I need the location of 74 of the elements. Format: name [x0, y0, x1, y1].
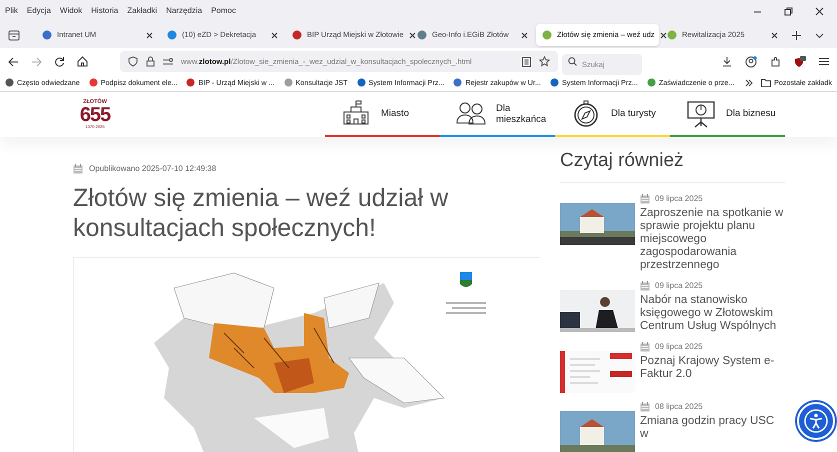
nav-icon — [341, 100, 371, 128]
calendar-icon — [640, 280, 650, 290]
favicon-icon — [417, 30, 427, 40]
favicon-icon — [42, 30, 52, 40]
menu-item[interactable]: Pomoc — [211, 5, 236, 17]
tab-close-icon[interactable] — [408, 32, 416, 38]
news-link[interactable]: Poznaj Krajowy System e-Faktur 2.0 — [640, 354, 785, 380]
bookmark-star-icon[interactable] — [539, 56, 550, 67]
news-date: 08 lipca 2025 — [655, 400, 703, 412]
bookmark-favicon-icon — [646, 78, 656, 88]
bookmark-favicon-icon — [453, 78, 462, 88]
back-icon[interactable] — [8, 56, 19, 66]
folder-icon — [761, 78, 772, 87]
tab-close-icon[interactable] — [660, 32, 667, 38]
calendar-icon — [73, 164, 83, 174]
favicon-icon — [667, 30, 677, 40]
shield-extension-icon[interactable] — [794, 56, 806, 68]
new-tab-icon[interactable] — [792, 30, 801, 40]
menu-item[interactable]: Widok — [60, 5, 82, 17]
nav-tab[interactable]: Dla biznesu — [670, 92, 785, 137]
chevrons-icon[interactable] — [745, 78, 754, 87]
home-icon[interactable] — [77, 56, 88, 67]
favicon-icon — [542, 30, 552, 40]
menu-item[interactable]: Zakładki — [127, 5, 158, 17]
bookmark-favicon-icon — [550, 78, 559, 88]
extensions-icon[interactable] — [770, 56, 781, 67]
bookmark-favicon-icon — [186, 78, 196, 88]
section-heading: Czytaj również — [560, 147, 785, 182]
tab-list-icon[interactable] — [8, 30, 20, 40]
nav-tab[interactable]: Dla mieszkańca — [440, 92, 555, 137]
tab-close-icon[interactable] — [146, 32, 153, 38]
restore-icon[interactable] — [784, 6, 793, 16]
bookmark-favicon-icon — [5, 78, 14, 88]
lock-icon — [146, 56, 155, 67]
tab-close-icon[interactable] — [271, 32, 278, 38]
menu-item[interactable]: Historia — [91, 5, 118, 17]
favicon-icon — [167, 30, 177, 40]
accessibility-icon — [804, 409, 828, 433]
bookmark-favicon-icon — [88, 78, 98, 88]
search-icon — [568, 57, 577, 66]
close-icon[interactable] — [815, 6, 824, 16]
menu-item[interactable]: Narzędzia — [166, 5, 202, 17]
nav-tab[interactable]: Dla turysty — [555, 92, 670, 137]
nav-icon — [686, 100, 716, 128]
nav-icon — [456, 100, 486, 128]
news-link[interactable]: Nabór na stanowisko księgowego w Złotowskim Centrum Usług Wspólnych — [640, 294, 785, 332]
publish-date: Opublikowano 2025-07-10 12:49:38 — [89, 163, 216, 175]
reader-view-icon[interactable] — [522, 56, 531, 66]
account-icon[interactable] — [745, 56, 757, 68]
calendar-icon — [640, 402, 650, 412]
reload-icon[interactable] — [54, 56, 65, 67]
article-title: Złotów się zmienia – weź udział w konsultacjach społecznych! — [73, 183, 450, 243]
news-link[interactable]: Zaproszenie na spotkanie w sprawie projektu planu miejscowego zagospodarowania przestrzennego — [640, 206, 785, 272]
news-date: 09 lipca 2025 — [655, 192, 703, 204]
bookmark-favicon-icon — [356, 78, 366, 88]
shield-icon — [128, 56, 138, 67]
menu-item[interactable]: Edycja — [26, 5, 51, 17]
accessibility-button[interactable] — [797, 402, 835, 440]
calendar-icon — [640, 194, 650, 204]
chevron-down-icon[interactable] — [815, 30, 824, 40]
nav-tab[interactable]: Miasto — [325, 92, 440, 137]
download-icon[interactable] — [722, 56, 732, 67]
calendar-icon — [640, 342, 650, 352]
bookmark-favicon-icon — [284, 78, 293, 88]
forward-icon — [31, 56, 42, 66]
favicon-icon — [292, 30, 302, 40]
tab-close-icon[interactable] — [771, 32, 778, 38]
news-link[interactable]: Zmiana godzin pracy USC w — [640, 414, 785, 440]
tab-close-icon[interactable] — [521, 32, 528, 38]
news-date: 09 lipca 2025 — [655, 340, 703, 352]
permissions-icon — [163, 58, 173, 66]
menu-item[interactable]: Plik — [5, 5, 18, 17]
menu-icon[interactable] — [819, 57, 829, 66]
news-date: 09 lipca 2025 — [655, 280, 703, 292]
